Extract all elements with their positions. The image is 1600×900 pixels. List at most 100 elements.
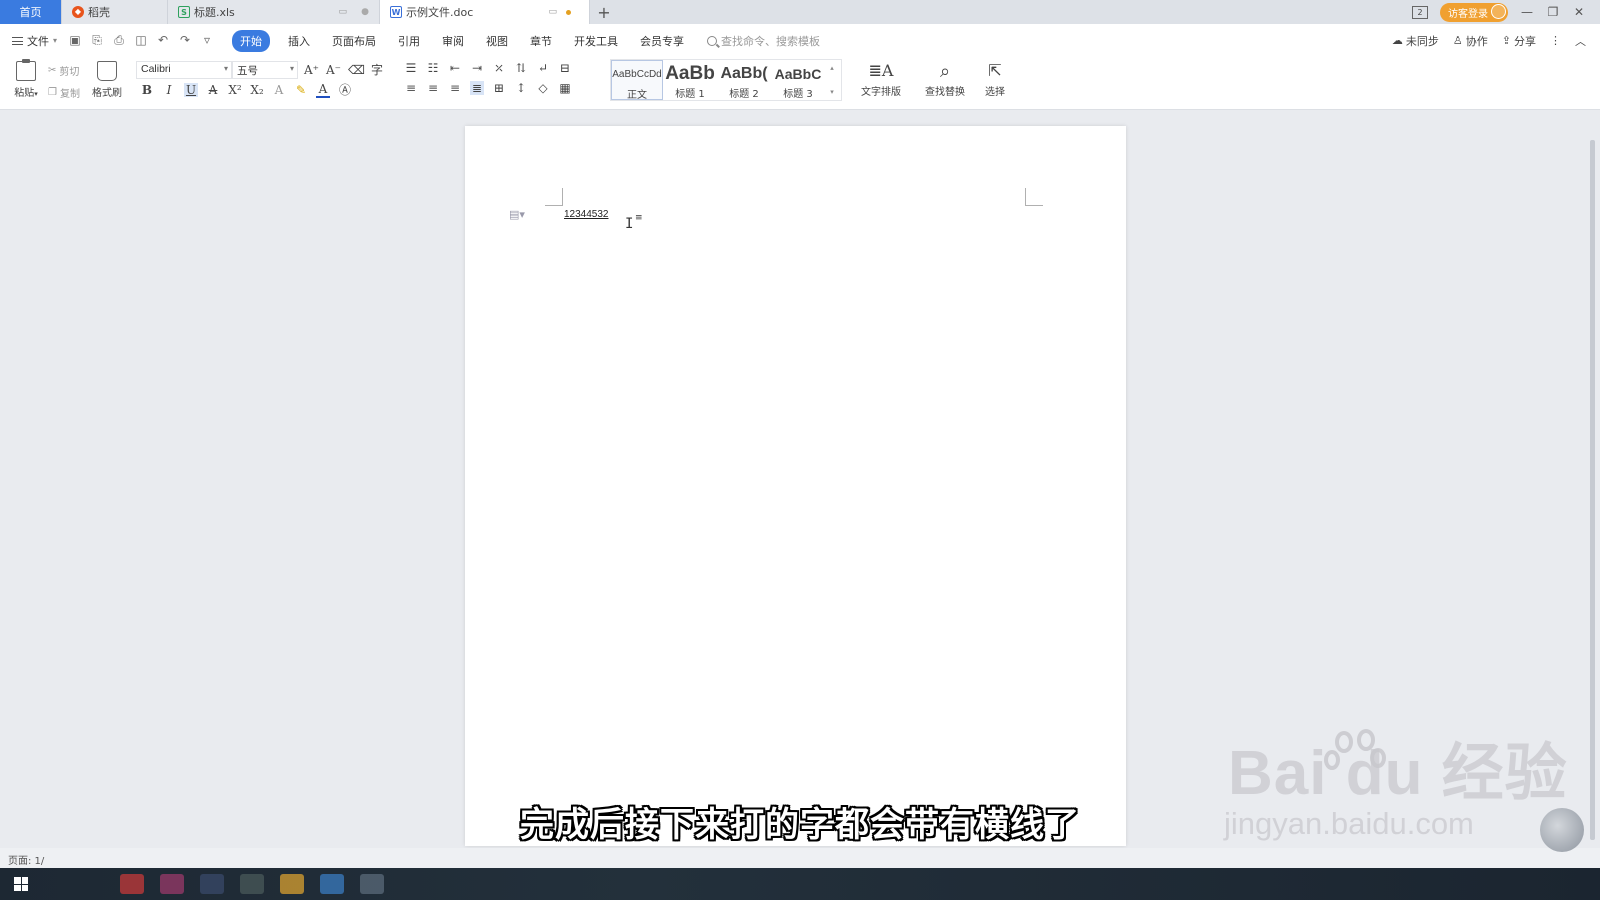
document-text[interactable]: 12344532 xyxy=(564,209,609,220)
tab-close-icon[interactable]: ● xyxy=(361,7,369,17)
save-icon[interactable]: ▣ xyxy=(69,33,81,48)
scrollbar-thumb[interactable] xyxy=(1590,140,1595,840)
scissors-icon: ✂ xyxy=(48,65,57,76)
menu-section[interactable]: 章节 xyxy=(530,33,552,49)
taskbar-app-icon[interactable] xyxy=(120,874,144,894)
taskbar-app-icon[interactable] xyxy=(160,874,184,894)
print-preview-icon[interactable]: ◫ xyxy=(135,33,147,48)
select-button[interactable]: ⇱ 选择 xyxy=(978,61,1012,98)
align-right-icon[interactable]: ≡ xyxy=(448,81,462,95)
select-label: 选择 xyxy=(985,87,1005,98)
style-heading-3[interactable]: AaBbC 标题 3 xyxy=(771,60,825,100)
copy-button[interactable]: ❐ 复制 xyxy=(48,85,80,100)
windows-start-icon[interactable] xyxy=(14,877,28,891)
login-button[interactable]: 访客登录 xyxy=(1440,2,1508,22)
shading-icon[interactable]: ◇ xyxy=(536,81,550,95)
menu-start[interactable]: 开始 xyxy=(232,29,271,52)
margin-corner-top-right xyxy=(1025,188,1043,206)
shrink-font-icon[interactable]: A⁻ xyxy=(326,63,341,77)
style-heading-2[interactable]: AaBb( 标题 2 xyxy=(717,60,771,100)
cut-button[interactable]: ✂ 剪切 xyxy=(48,63,79,78)
phonetic-guide-icon[interactable]: 字 xyxy=(370,61,384,78)
file-menu[interactable]: 文件 ▾ xyxy=(12,33,57,49)
document-page[interactable]: ▤▾ 12344532 I ≡ xyxy=(465,126,1126,846)
bullet-list-icon[interactable]: ☰ xyxy=(404,61,418,75)
line-spacing-icon[interactable]: ↕ xyxy=(514,81,528,95)
sort-icon[interactable]: ⇅ xyxy=(514,61,528,75)
show-hide-marks-icon[interactable]: ↵ xyxy=(536,61,550,75)
chinese-layout-icon[interactable]: ⤫ xyxy=(492,61,506,75)
paste-button[interactable]: 粘贴▾ xyxy=(10,59,42,99)
superscript-icon[interactable]: X² xyxy=(228,83,242,97)
increase-indent-icon[interactable]: ⇥ xyxy=(470,61,484,75)
text-effect-icon[interactable]: A xyxy=(272,83,286,97)
monitor-icon[interactable]: ▭ xyxy=(338,7,347,17)
page-indicator[interactable]: 页面: 1/ xyxy=(8,852,44,867)
style-normal[interactable]: AaBbCcDd 正文 xyxy=(611,60,663,101)
taskbar-app-icon[interactable] xyxy=(360,874,384,894)
font-size-select[interactable]: 五号 xyxy=(232,61,298,79)
sync-button[interactable]: ☁ 未同步 xyxy=(1392,33,1439,49)
customize-icon[interactable]: ▿ xyxy=(201,33,213,48)
strikethrough-icon[interactable]: A xyxy=(206,83,220,97)
floating-avatar-icon[interactable] xyxy=(1540,808,1584,852)
menu-member[interactable]: 会员专享 xyxy=(640,33,684,49)
tab-doc[interactable]: W 示例文件.doc ▭ xyxy=(380,0,590,24)
taskbar-app-icon[interactable] xyxy=(200,874,224,894)
tab-daoke[interactable]: ◆ 稻壳 xyxy=(62,0,168,24)
find-replace-button[interactable]: ⌕ 查找替换 xyxy=(920,61,970,98)
numbered-list-icon[interactable]: ☷ xyxy=(426,61,440,75)
paragraph-handle-icon[interactable]: ▤▾ xyxy=(509,208,525,221)
chevron-down-icon[interactable]: ▾ xyxy=(830,88,834,96)
share-button[interactable]: ⇪ 分享 xyxy=(1502,33,1536,49)
font-color-icon[interactable]: A xyxy=(316,82,330,98)
style-heading-1[interactable]: AaBb 标题 1 xyxy=(663,60,717,100)
close-button[interactable]: ✕ xyxy=(1572,5,1586,19)
highlight-icon[interactable]: ✎ xyxy=(294,83,308,97)
taskbar-app-icon[interactable] xyxy=(240,874,264,894)
table-ruler-icon[interactable]: ⊟ xyxy=(558,61,572,75)
minimize-button[interactable]: — xyxy=(1520,5,1534,19)
restore-button[interactable]: ❐ xyxy=(1546,5,1560,19)
distribute-icon[interactable]: ⊞ xyxy=(492,81,506,95)
more-options-icon[interactable]: ⋮ xyxy=(1550,34,1561,47)
tab-xls[interactable]: S 标题.xls ▭ ● xyxy=(168,0,380,24)
new-tab-button[interactable]: + xyxy=(590,0,618,24)
collapse-ribbon-icon[interactable]: ︿ xyxy=(1575,33,1586,49)
taskbar-app-icon[interactable] xyxy=(280,874,304,894)
borders-icon[interactable]: ▦ xyxy=(558,81,572,95)
chevron-up-icon[interactable]: ▴ xyxy=(830,64,834,72)
italic-icon[interactable]: I xyxy=(162,83,176,97)
subscript-icon[interactable]: X₂ xyxy=(250,83,264,97)
menu-insert[interactable]: 插入 xyxy=(288,33,310,49)
command-search[interactable]: 查找命令、搜索模板 xyxy=(707,33,820,49)
menu-developer[interactable]: 开发工具 xyxy=(574,33,618,49)
align-center-icon[interactable]: ≡ xyxy=(426,81,440,95)
tab-home[interactable]: 首页 xyxy=(0,0,62,24)
taskbar-app-icon[interactable] xyxy=(320,874,344,894)
clear-format-icon[interactable]: ⌫ xyxy=(348,63,365,77)
redo-icon[interactable]: ↷ xyxy=(179,33,191,48)
menu-view[interactable]: 视图 xyxy=(486,33,508,49)
align-left-icon[interactable]: ≡ xyxy=(404,81,418,95)
char-border-icon[interactable]: Ⓐ xyxy=(338,81,352,98)
justify-icon[interactable]: ≣ xyxy=(470,81,484,95)
undo-icon[interactable]: ↶ xyxy=(157,33,169,48)
menu-references[interactable]: 引用 xyxy=(398,33,420,49)
font-name-select[interactable]: Calibri xyxy=(136,61,232,79)
print-icon[interactable]: ⎙ xyxy=(113,33,125,48)
style-gallery-scroll[interactable]: ▴ ▾ xyxy=(825,60,839,100)
vertical-scrollbar[interactable] xyxy=(1590,110,1596,850)
bold-icon[interactable]: B xyxy=(140,83,154,97)
decrease-indent-icon[interactable]: ⇤ xyxy=(448,61,462,75)
output-pdf-icon[interactable]: ⎘ xyxy=(91,33,103,48)
monitor-icon[interactable]: ▭ xyxy=(548,7,557,17)
window-count-icon[interactable]: 2 xyxy=(1412,5,1428,19)
format-painter-button[interactable]: 格式刷 xyxy=(90,61,124,99)
menu-page-layout[interactable]: 页面布局 xyxy=(332,33,376,49)
text-layout-button[interactable]: ≣A 文字排版 xyxy=(856,61,906,98)
collaborate-button[interactable]: ♙ 协作 xyxy=(1453,33,1488,49)
underline-icon[interactable]: U xyxy=(184,82,198,97)
menu-review[interactable]: 审阅 xyxy=(442,33,464,49)
grow-font-icon[interactable]: A⁺ xyxy=(304,63,319,77)
